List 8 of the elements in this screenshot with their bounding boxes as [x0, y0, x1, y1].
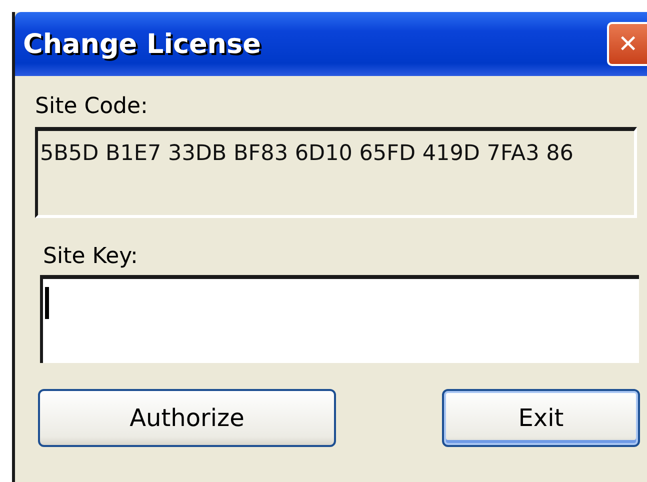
dialog-button[interactable]: Exit: [442, 389, 640, 447]
window-title: Change License: [23, 28, 261, 60]
site-key-field[interactable]: [40, 275, 639, 363]
site-code-field: 5B5D B1E7 33DB BF83 6D10 65FD 419D 7FA3 86: [35, 127, 637, 218]
field-label: Site Key:: [43, 244, 138, 269]
field-label: Site Code:: [35, 94, 148, 119]
dialog-button[interactable]: Authorize: [38, 389, 336, 447]
close-button[interactable]: ✕: [607, 22, 647, 66]
